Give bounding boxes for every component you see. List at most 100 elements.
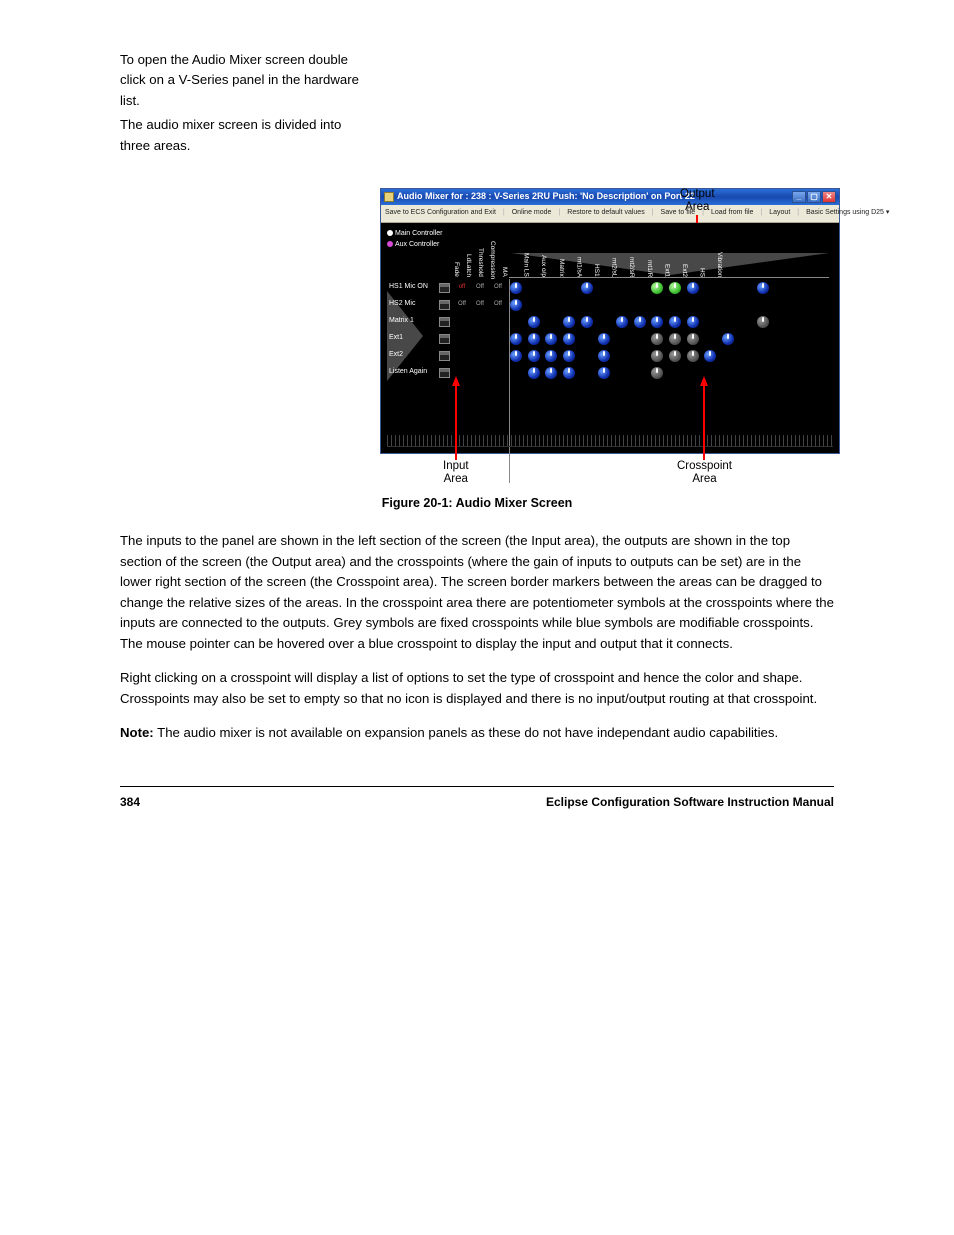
crosspoint-cell — [542, 367, 560, 379]
toggle-off[interactable]: Off — [492, 283, 504, 292]
maximize-button[interactable]: ▢ — [807, 191, 821, 203]
crosspoint-knob[interactable] — [545, 367, 557, 379]
crosspoint-knob[interactable] — [722, 333, 734, 345]
note-para: Note: The audio mixer is not available o… — [120, 723, 834, 743]
crosspoint-knob[interactable] — [669, 282, 681, 294]
crosspoint-knob[interactable] — [757, 282, 769, 294]
crosspoint-row — [507, 313, 825, 330]
minimize-button[interactable]: _ — [792, 191, 806, 203]
crosspoint-knob[interactable] — [510, 282, 522, 294]
crosspoint-cell — [525, 333, 543, 345]
crosspoint-knob — [651, 350, 663, 362]
crosspoint-knob[interactable] — [545, 333, 557, 345]
crosspoint-knob[interactable] — [528, 350, 540, 362]
menu-restore[interactable]: Restore to default values — [566, 207, 645, 220]
input-col-header: Fade — [451, 241, 461, 277]
close-button[interactable]: ✕ — [822, 191, 836, 203]
crosspoint-knob[interactable] — [651, 316, 663, 328]
crosspoint-cell — [613, 316, 631, 328]
input-label: HS1 Mic ON — [389, 282, 437, 293]
crosspoint-knob[interactable] — [510, 299, 522, 311]
menu-basic-settings[interactable]: Basic Settings using D25 ▾ — [805, 207, 890, 220]
crosspoint-knob[interactable] — [687, 316, 699, 328]
input-fader[interactable] — [439, 351, 450, 361]
crosspoint-cell — [595, 333, 613, 345]
crosspoint-knob — [651, 333, 663, 345]
output-header: HS — [689, 241, 707, 277]
menu-online[interactable]: Online mode — [511, 207, 553, 220]
output-header: mt1/sA — [566, 241, 584, 277]
intro-line-2: The audio mixer screen is divided into t… — [120, 115, 360, 156]
output-header: Vibration — [707, 241, 725, 277]
crosspoint-knob — [687, 350, 699, 362]
input-fader[interactable] — [439, 300, 450, 310]
input-row: Ext2 — [389, 347, 522, 364]
crosspoint-knob[interactable] — [651, 282, 663, 294]
crosspoint-knob[interactable] — [687, 282, 699, 294]
output-header: Matrix — [548, 241, 566, 277]
crosspoint-knob[interactable] — [669, 316, 681, 328]
crosspoint-cell — [507, 333, 525, 345]
crosspoint-cell — [666, 333, 684, 345]
crosspoint-knob[interactable] — [528, 367, 540, 379]
output-header: Aux o/p — [531, 241, 549, 277]
crosspoint-knob[interactable] — [528, 333, 540, 345]
crosspoint-row — [507, 364, 825, 381]
intro-line-1: To open the Audio Mixer screen double cl… — [120, 50, 360, 111]
crosspoint-knob[interactable] — [704, 350, 716, 362]
crosspoint-knob[interactable] — [563, 350, 575, 362]
app-icon — [384, 192, 394, 202]
crosspoint-cell — [595, 350, 613, 362]
crosspoint-knob[interactable] — [563, 316, 575, 328]
output-header: HS1 — [583, 241, 601, 277]
crosspoint-cell — [666, 316, 684, 328]
page-number: 384 — [120, 793, 140, 812]
menu-layout[interactable]: Layout — [768, 207, 791, 220]
crosspoint-knob — [669, 333, 681, 345]
crosspoint-cell — [649, 282, 667, 294]
menu-load-file[interactable]: Load from file — [710, 207, 754, 220]
crosspoint-cell — [525, 350, 543, 362]
toggle-off[interactable]: Off — [474, 283, 486, 292]
crosspoint-row — [507, 330, 825, 347]
note-label: Note: — [120, 725, 154, 740]
input-fader[interactable] — [439, 283, 450, 293]
crosspoint-knob[interactable] — [598, 333, 610, 345]
crosspoint-cell — [525, 367, 543, 379]
figure-caption: Figure 20-1: Audio Mixer Screen — [120, 494, 834, 513]
intro-block: To open the Audio Mixer screen double cl… — [120, 50, 360, 156]
window-title: Audio Mixer for : 238 : V-Series 2RU Pus… — [397, 190, 695, 204]
crosspoint-cell — [684, 282, 702, 294]
crosspoint-knob[interactable] — [563, 367, 575, 379]
input-fader[interactable] — [439, 334, 450, 344]
output-headers: Main LSAux o/pMatrixmt1/sAHS1mt2/sLmt2/s… — [513, 241, 724, 277]
toggle-off[interactable]: off — [456, 283, 468, 292]
crosspoint-knob[interactable] — [616, 316, 628, 328]
menu-save-ecs[interactable]: Save to ECS Configuration and Exit — [384, 207, 497, 220]
annot-input: Input Area — [443, 376, 469, 486]
crosspoint-knob[interactable] — [528, 316, 540, 328]
toggle-off[interactable]: Off — [456, 300, 468, 309]
output-header: mt2/sL — [601, 241, 619, 277]
crosspoint-knob[interactable] — [634, 316, 646, 328]
crosspoint-knob[interactable] — [598, 350, 610, 362]
crosspoint-knob[interactable] — [598, 367, 610, 379]
input-rows: HS1 Mic ONoffOffOffOffHS2 MicOffOffOffOf… — [389, 279, 522, 381]
titlebar: Audio Mixer for : 238 : V-Series 2RU Pus… — [381, 189, 839, 205]
crosspoint-cell — [684, 333, 702, 345]
crosspoint-cell — [666, 282, 684, 294]
crosspoint-cell — [649, 316, 667, 328]
note-text: The audio mixer is not available on expa… — [157, 725, 778, 740]
crosspoint-cell — [542, 333, 560, 345]
crosspoint-knob[interactable] — [510, 350, 522, 362]
toggle-off[interactable]: Off — [492, 300, 504, 309]
crosspoint-grid — [507, 279, 825, 381]
crosspoint-knob[interactable] — [581, 316, 593, 328]
crosspoint-knob[interactable] — [563, 333, 575, 345]
crosspoint-knob[interactable] — [545, 350, 557, 362]
toggle-off[interactable]: Off — [474, 300, 486, 309]
crosspoint-knob[interactable] — [581, 282, 593, 294]
input-fader[interactable] — [439, 317, 450, 327]
crosspoint-cell — [649, 350, 667, 362]
crosspoint-knob[interactable] — [510, 333, 522, 345]
